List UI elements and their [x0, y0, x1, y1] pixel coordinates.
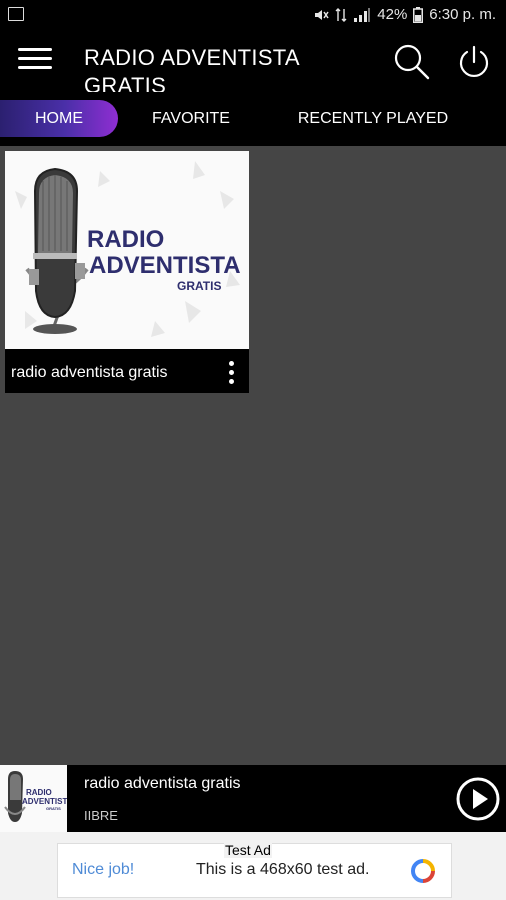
logo-line1: RADIO	[87, 226, 164, 253]
logo-line2: ADVENTISTA	[89, 252, 241, 279]
battery-percent: 42%	[377, 6, 408, 23]
player-logo-line1: RADIO	[26, 788, 52, 797]
ad-text: This is a 468x60 test ad.	[196, 861, 370, 878]
ad-nice-text: Nice job!	[72, 861, 135, 878]
logo-line3: GRATIS	[177, 279, 221, 293]
mini-player[interactable]: RADIO ADVENTISTA GRATIS radio adventista…	[0, 765, 506, 832]
player-thumbnail: RADIO ADVENTISTA GRATIS	[0, 765, 67, 832]
more-options-icon[interactable]	[221, 359, 241, 387]
menu-icon-line	[18, 57, 52, 60]
ad-logo-icon	[410, 859, 435, 883]
menu-button[interactable]	[18, 48, 54, 74]
station-logo: RADIO ADVENTISTA GRATIS	[5, 151, 249, 349]
player-logo-art: RADIO ADVENTISTA GRATIS	[4, 771, 67, 822]
app-title: RADIO ADVENTISTA GRATIS	[84, 45, 299, 92]
tab-bar: HOME FAVORITE RECENTLY PLAYED	[0, 92, 506, 146]
player-logo-line3: GRATIS	[46, 806, 61, 811]
tab-recently-played[interactable]: RECENTLY PLAYED	[282, 100, 464, 137]
mute-icon	[315, 9, 329, 20]
app-bar: RADIO ADVENTISTA GRATIS	[0, 30, 506, 92]
menu-icon	[18, 48, 52, 51]
station-name: radio adventista gratis	[11, 364, 168, 381]
play-icon[interactable]	[456, 777, 500, 821]
signal-icon	[354, 7, 371, 22]
station-logo-art: RADIO ADVENTISTA GRATIS	[15, 161, 241, 337]
status-time: 6:30 p. m.	[429, 6, 496, 23]
menu-icon-line	[18, 66, 52, 69]
ad-label: Test Ad	[224, 842, 272, 858]
tab-home[interactable]: HOME	[0, 100, 118, 137]
player-logo-line2: ADVENTISTA	[22, 797, 67, 806]
battery-icon	[413, 6, 424, 23]
tab-favorite[interactable]: FAVORITE	[132, 100, 250, 137]
search-icon[interactable]	[392, 42, 432, 82]
player-subtitle: IIBRE	[84, 808, 118, 823]
status-icons: 42% 6:30 p. m.	[313, 6, 496, 23]
player-title: radio adventista gratis	[84, 775, 241, 792]
gallery-icon	[8, 7, 24, 21]
station-card[interactable]: RADIO ADVENTISTA GRATIS radio adventista…	[5, 151, 249, 393]
power-icon[interactable]	[455, 42, 493, 82]
status-bar: 42% 6:30 p. m.	[0, 0, 506, 30]
data-icon	[335, 7, 347, 22]
